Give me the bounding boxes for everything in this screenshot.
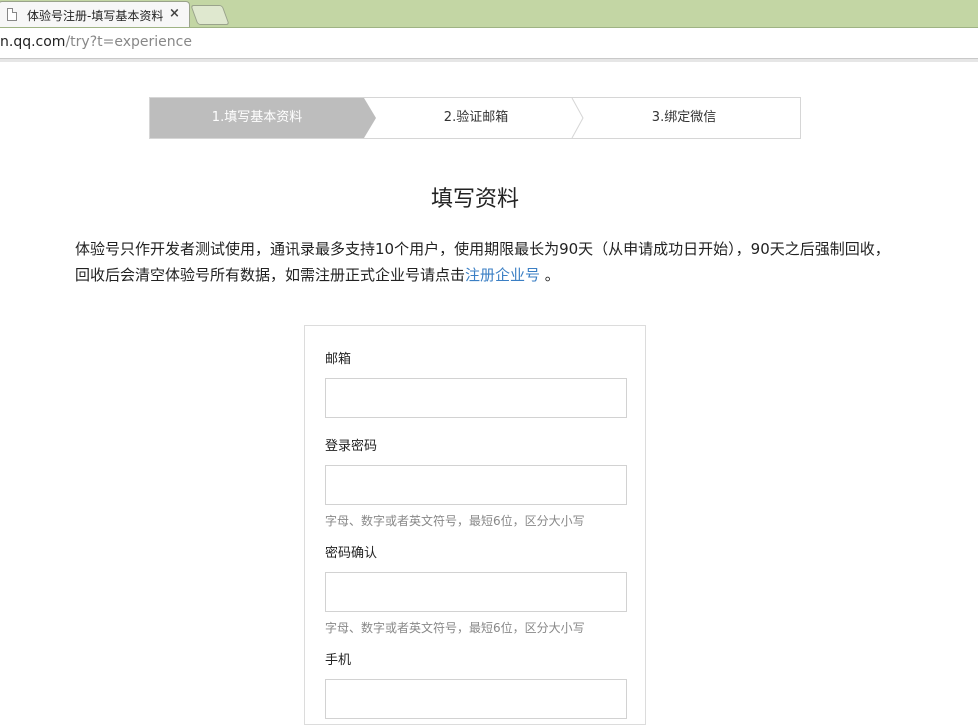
email-field[interactable] (325, 378, 627, 418)
password-confirm-field[interactable] (325, 572, 627, 612)
step-1-arrow (364, 98, 376, 138)
phone-label: 手机 (325, 653, 352, 668)
page-icon (7, 8, 17, 21)
address-url[interactable]: n.qq.com/try?t=experience (0, 34, 192, 50)
page-title: 填写资料 (430, 187, 519, 212)
browser-tab[interactable]: 体验号注册-填写基本资料 × (0, 1, 190, 27)
password-field[interactable] (325, 465, 627, 505)
notice-end: 。 (540, 266, 560, 284)
address-bar-shadow (0, 59, 978, 62)
step-1: 1.填写基本资料 (150, 98, 364, 138)
address-path: /try?t=experience (65, 34, 192, 50)
password-confirm-label: 密码确认 (325, 546, 378, 561)
password-confirm-hint: 字母、数字或者英文符号，最短6位，区分大小写 (325, 621, 585, 635)
step-2: 2.验证邮箱 (443, 110, 509, 125)
notice-text: 体验号只作开发者测试使用，通讯录最多支持10个用户，使用期限最长为90天（从申请… (75, 236, 895, 288)
registration-form: 邮箱 登录密码 字母、数字或者英文符号，最短6位，区分大小写 密码确认 字母、数… (304, 325, 646, 725)
address-host: n.qq.com (0, 34, 66, 50)
tab-close-icon[interactable]: × (169, 6, 180, 21)
address-bar[interactable]: n.qq.com/try?t=experience (0, 28, 978, 59)
tab-title: 体验号注册-填写基本资料 (27, 9, 164, 23)
registration-steps: 1.填写基本资料 2.验证邮箱 3.绑定微信 (149, 97, 801, 139)
email-label: 邮箱 (325, 352, 352, 367)
password-label: 登录密码 (325, 439, 378, 454)
phone-field[interactable] (325, 679, 627, 719)
step-3: 3.绑定微信 (651, 110, 717, 125)
browser-tabstrip: 体验号注册-填写基本资料 × (0, 0, 978, 28)
register-enterprise-link[interactable]: 注册企业号 (465, 266, 540, 284)
step-separator (571, 98, 584, 138)
password-hint: 字母、数字或者英文符号，最短6位，区分大小写 (325, 514, 585, 528)
new-tab-button[interactable] (190, 5, 230, 25)
